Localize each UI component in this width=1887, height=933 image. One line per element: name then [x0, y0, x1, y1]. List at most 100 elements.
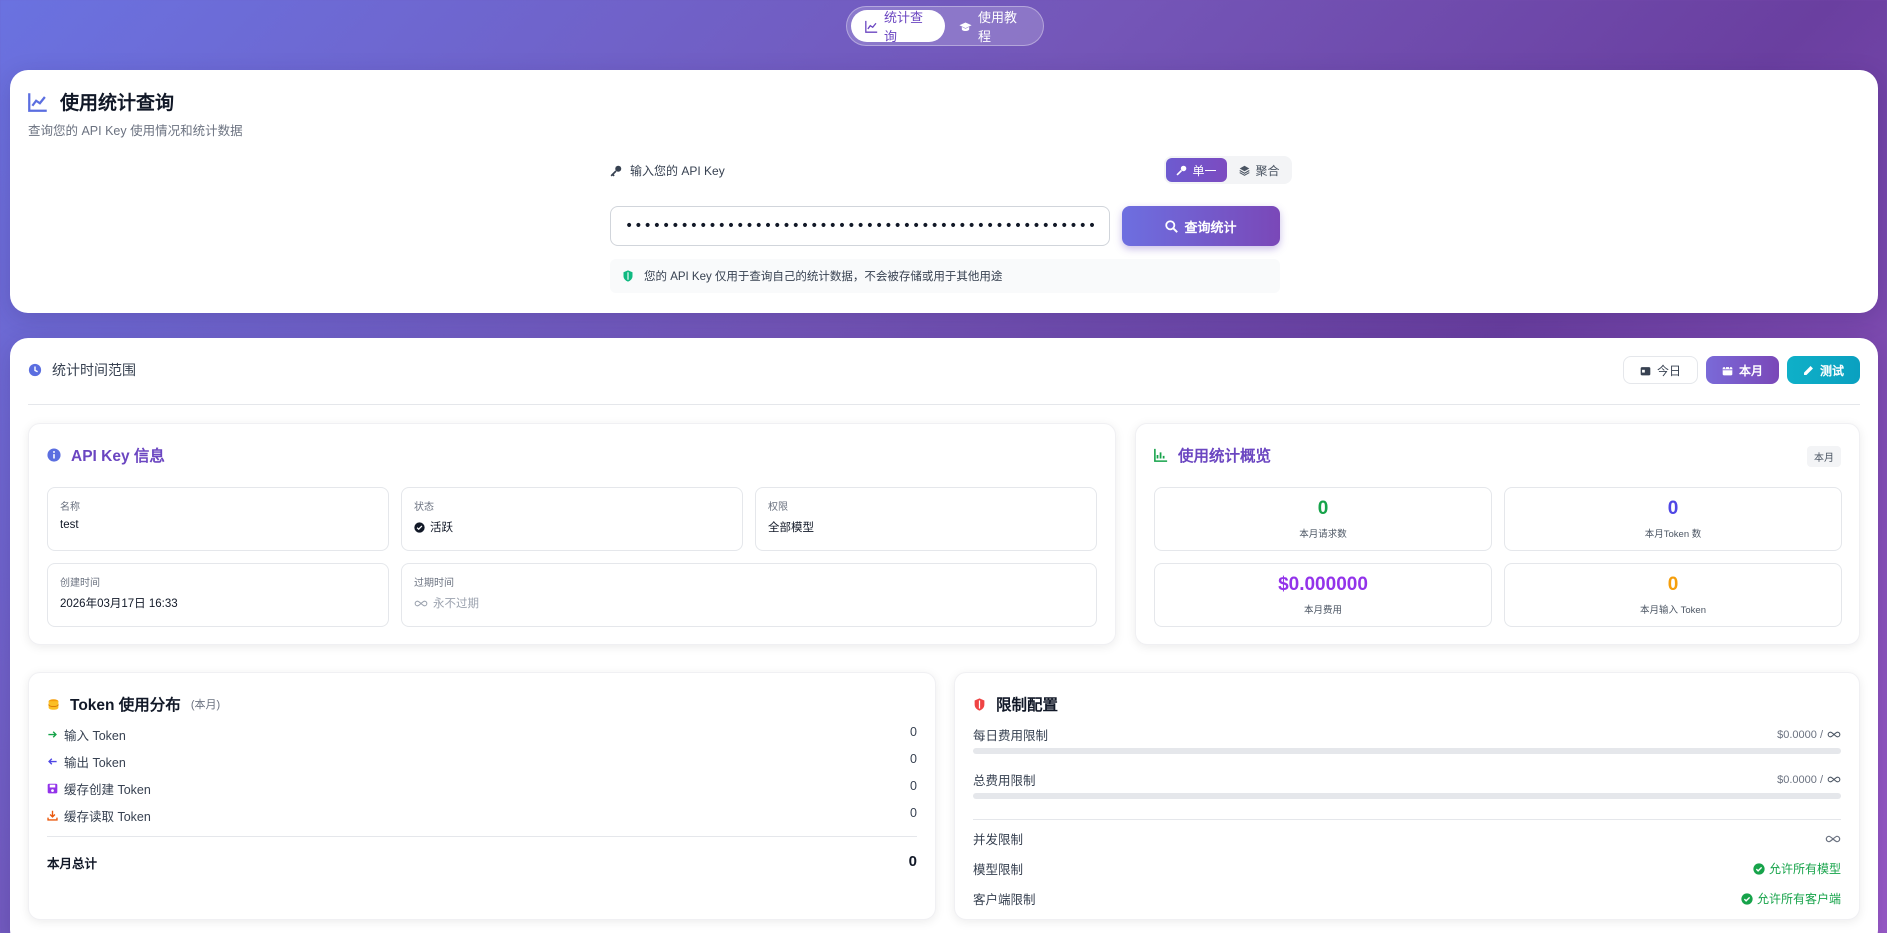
- field-created: 创建时间 2026年03月17日 16:33: [47, 563, 389, 627]
- token-row-input-value: 0: [910, 725, 917, 739]
- token-row-output-value: 0: [910, 752, 917, 766]
- stat-cost-value: $0.000000: [1278, 574, 1368, 595]
- infinity-icon: [1827, 775, 1841, 784]
- token-row-input: 输入 Token 0: [47, 725, 917, 744]
- api-key-label: 输入您的 API Key: [610, 162, 725, 179]
- api-key-input[interactable]: [610, 206, 1110, 246]
- divider: [47, 836, 917, 837]
- limit-model-value-row: 允许所有模型: [1753, 860, 1841, 877]
- limit-total-row: 总费用限制 $0.0000 /: [973, 770, 1841, 789]
- field-status: 状态 活跃: [401, 487, 743, 551]
- tab-tutorial[interactable]: 使用教程: [945, 10, 1039, 44]
- page-title: 使用统计查询: [60, 93, 175, 114]
- token-row-output-text: 输出 Token: [64, 756, 126, 770]
- limit-daily-value-row: $0.0000 /: [1777, 729, 1841, 741]
- arrow-left-icon: [47, 756, 58, 767]
- tab-label: 使用教程: [978, 10, 1018, 44]
- chart-line-icon: [865, 20, 878, 33]
- privacy-notice-text: 您的 API Key 仅用于查询自己的统计数据，不会被存储或用于其他用途: [644, 271, 1003, 283]
- limits-panel: 限制配置 每日费用限制 $0.0000 / 总费用限制 $0.0000 / 并发…: [954, 672, 1860, 920]
- time-range-label: 统计时间范围: [52, 362, 136, 378]
- field-created-value: 2026年03月17日 16:33: [60, 598, 178, 610]
- stat-input-tokens-value: 0: [1667, 574, 1679, 595]
- check-circle-icon: [414, 521, 425, 533]
- query-stats-label: 查询统计: [1184, 219, 1237, 235]
- tab-label: 统计查询: [884, 10, 924, 44]
- token-row-cache-create-value: 0: [910, 779, 917, 793]
- field-name-label: 名称: [60, 502, 80, 513]
- range-test-button[interactable]: 测试: [1786, 356, 1860, 384]
- usage-overview-title-text: 使用统计概览: [1178, 448, 1272, 465]
- period-badge: 本月: [1807, 446, 1841, 467]
- limit-daily-row: 每日费用限制 $0.0000 /: [973, 725, 1841, 744]
- stat-cost: $0.000000 本月费用: [1154, 563, 1492, 627]
- stat-tokens-value: 0: [1667, 498, 1679, 519]
- field-status-value-row: 活跃: [414, 519, 730, 535]
- token-row-cache-read-label: 缓存读取 Token: [47, 806, 151, 825]
- stat-tokens-label: 本月Token 数: [1644, 529, 1702, 540]
- chart-area-icon: [1154, 448, 1168, 462]
- limit-model-value: 允许所有模型: [1768, 862, 1841, 876]
- limit-model-row: 模型限制 允许所有模型: [973, 859, 1841, 878]
- check-circle-icon: [1753, 862, 1765, 875]
- limit-client-label: 客户端限制: [973, 893, 1036, 907]
- token-distribution-title-text: Token 使用分布: [70, 697, 181, 714]
- query-stats-button[interactable]: 查询统计: [1122, 206, 1280, 246]
- calendar-icon: [1722, 365, 1733, 376]
- clock-icon: [28, 363, 42, 377]
- token-row-input-text: 输入 Token: [64, 729, 126, 743]
- stat-cost-label: 本月费用: [1303, 605, 1342, 616]
- tab-stats-query[interactable]: 统计查询: [851, 10, 945, 44]
- mode-toggle: 单一 聚合: [1164, 156, 1292, 184]
- limit-client-row: 客户端限制 允许所有客户端: [973, 889, 1841, 908]
- field-expire-value-row: 永不过期: [414, 595, 1084, 611]
- token-row-cache-create: 缓存创建 Token 0: [47, 779, 917, 798]
- range-today-button[interactable]: 今日: [1622, 356, 1698, 384]
- mode-single-button[interactable]: 单一: [1166, 158, 1227, 182]
- stats-card: 统计时间范围 今日 本月 测试 API Key 信息 名称 test 状态 活跃…: [10, 338, 1878, 933]
- shield-icon: [622, 270, 634, 282]
- check-circle-icon: [1741, 892, 1753, 905]
- divider: [973, 819, 1841, 820]
- time-range-buttons: 今日 本月 测试: [1622, 356, 1860, 384]
- field-expire-label: 过期时间: [414, 578, 454, 589]
- top-nav: 统计查询 使用教程: [846, 6, 1044, 46]
- chart-line-icon: [28, 92, 48, 112]
- token-row-cache-create-label: 缓存创建 Token: [47, 779, 151, 798]
- stat-requests: 0 本月请求数: [1154, 487, 1492, 551]
- api-key-info-title: API Key 信息: [47, 444, 165, 466]
- token-total-row: 本月总计 0: [47, 853, 917, 872]
- stat-input-tokens: 0 本月输入 Token: [1504, 563, 1842, 627]
- limit-total-value: $0.0000 /: [1777, 773, 1823, 786]
- infinity-icon: [1827, 730, 1841, 739]
- limit-daily-value: $0.0000 /: [1777, 728, 1823, 741]
- limits-title: 限制配置: [973, 693, 1058, 715]
- layers-icon: [1239, 165, 1251, 176]
- range-test-label: 测试: [1819, 363, 1844, 378]
- shield-icon: [973, 697, 986, 711]
- field-permission-value: 全部模型: [768, 522, 814, 534]
- mode-aggregate-button[interactable]: 聚合: [1229, 158, 1290, 182]
- token-total-value: 0: [908, 853, 917, 870]
- field-status-value: 活跃: [430, 522, 453, 534]
- coins-icon: [47, 698, 60, 711]
- range-month-button[interactable]: 本月: [1705, 356, 1779, 384]
- arrow-right-icon: [47, 729, 58, 740]
- pencil-icon: [1803, 365, 1814, 376]
- stat-input-tokens-label: 本月输入 Token: [1640, 605, 1706, 616]
- limit-daily-progress: [973, 748, 1841, 754]
- api-key-info-title-text: API Key 信息: [71, 448, 165, 465]
- graduation-cap-icon: [959, 20, 972, 33]
- field-expire-value: 永不过期: [433, 598, 479, 610]
- search-icon: [1165, 219, 1179, 233]
- token-distribution-title: Token 使用分布 (本月): [47, 693, 220, 715]
- range-month-label: 本月: [1738, 363, 1763, 378]
- divider: [28, 404, 1860, 405]
- api-key-label-text: 输入您的 API Key: [630, 164, 725, 178]
- limit-concurrency-row: 并发限制: [973, 829, 1841, 848]
- info-icon: [47, 448, 61, 462]
- stat-tokens: 0 本月Token 数: [1504, 487, 1842, 551]
- query-card: 使用统计查询 查询您的 API Key 使用情况和统计数据 输入您的 API K…: [10, 70, 1878, 313]
- field-created-label: 创建时间: [60, 578, 100, 589]
- limit-client-value: 允许所有客户端: [1756, 892, 1841, 906]
